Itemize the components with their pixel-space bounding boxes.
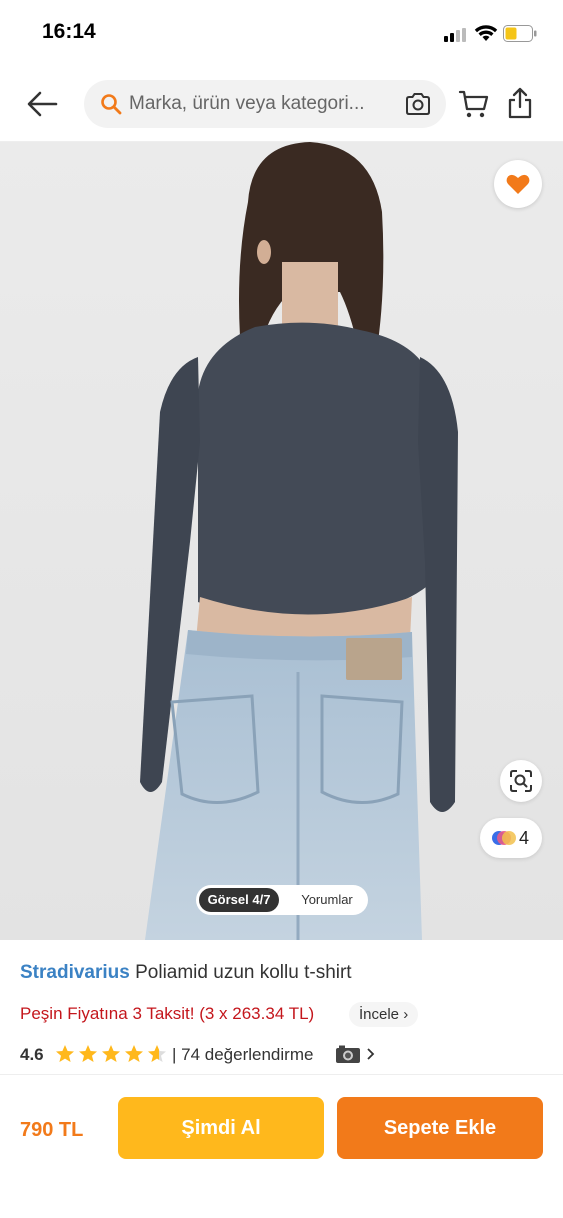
chevron-right-icon <box>367 1048 375 1060</box>
product-title: Stradivarius Poliamid uzun kollu t-shirt <box>20 962 352 984</box>
price: 790 TL <box>20 1119 84 1141</box>
search-input[interactable]: Marka, ürün veya kategori... <box>84 80 446 128</box>
product-name: Poliamid uzun kollu t-shirt <box>135 962 352 983</box>
search-icon <box>101 94 122 115</box>
search-placeholder: Marka, ürün veya kategori... <box>129 93 365 114</box>
add-to-cart-button[interactable]: Sepete Ekle <box>337 1097 543 1159</box>
installment-details-button[interactable]: İncele › <box>349 1002 419 1027</box>
installment-details-label: İncele <box>359 1006 400 1023</box>
signal-icon <box>444 28 470 42</box>
wifi-icon <box>474 25 498 41</box>
rating-value: 4.6 <box>20 1045 44 1064</box>
status-time: 16:14 <box>42 20 96 43</box>
battery-icon <box>503 25 537 42</box>
buy-now-button[interactable]: Şimdi Al <box>118 1097 324 1159</box>
variant-count: 4 <box>519 828 530 848</box>
color-variants-button[interactable]: 4 <box>480 818 542 858</box>
back-arrow-icon[interactable] <box>22 86 62 122</box>
chevron-right-icon: › <box>403 1006 409 1023</box>
tab-gallery[interactable]: Görsel 4/7 <box>199 888 279 912</box>
tab-reviews[interactable]: Yorumlar <box>288 888 366 912</box>
installment-text: Peşin Fiyatına 3 Taksit! (3 x 263.34 TL) <box>20 1004 315 1023</box>
rating-row[interactable]: 4.6 | 74 değerlendirme <box>20 1042 400 1068</box>
status-bar: 16:14 <box>0 0 563 66</box>
image-tab-switch: Görsel 4/7 Yorumlar <box>196 885 368 915</box>
heart-icon <box>506 174 530 194</box>
product-photo <box>0 142 563 940</box>
share-icon[interactable] <box>506 86 534 120</box>
lens-scan-icon <box>510 770 532 792</box>
camera-icon <box>336 1045 360 1063</box>
product-image[interactable]: 4 Görsel 4/7 Yorumlar <box>0 142 563 940</box>
rating-stars <box>56 1045 166 1062</box>
visual-search-button[interactable] <box>500 760 542 802</box>
camera-search-icon[interactable] <box>404 91 432 117</box>
color-variants-icon <box>492 831 516 845</box>
brand-link[interactable]: Stradivarius <box>20 962 130 983</box>
favorite-button[interactable] <box>494 160 542 208</box>
bottom-bar: 790 TL Şimdi Al Sepete Ekle <box>0 1074 563 1218</box>
rating-count[interactable]: | 74 değerlendirme <box>172 1045 313 1065</box>
cart-icon[interactable] <box>458 88 490 120</box>
header: Marka, ürün veya kategori... <box>0 66 563 142</box>
